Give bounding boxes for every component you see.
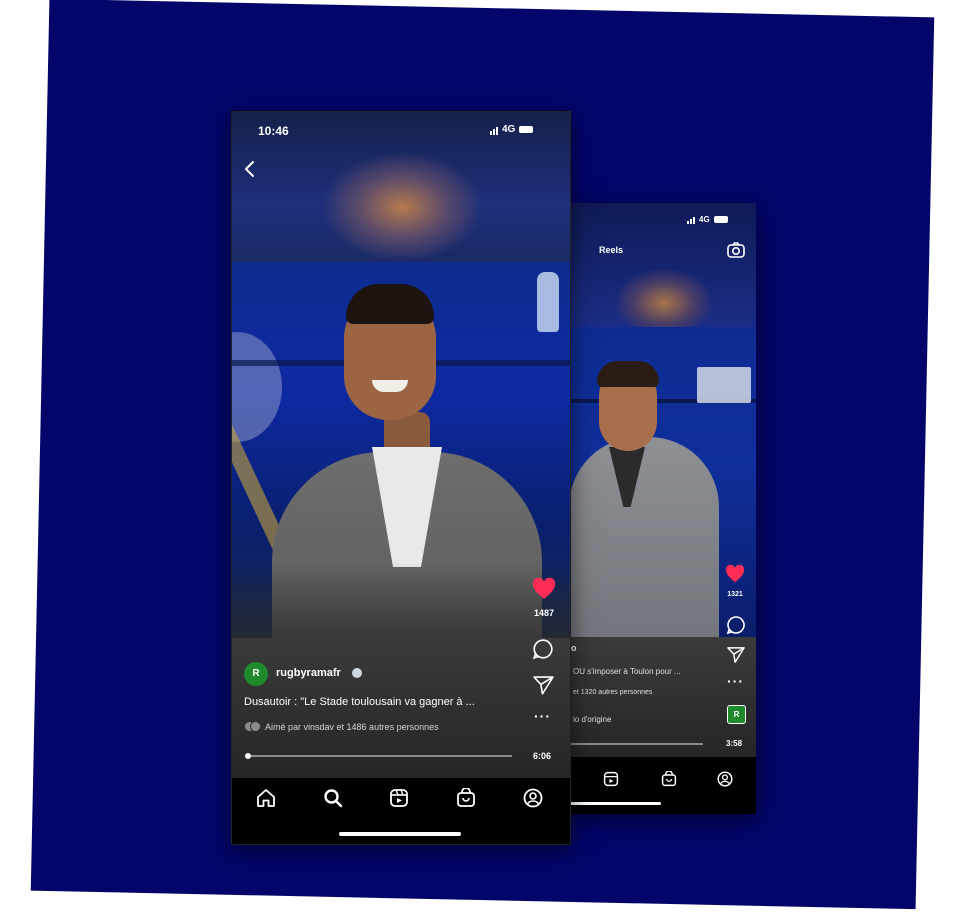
profile-nav-icon[interactable]	[523, 788, 543, 808]
status-bar: 4G	[490, 124, 534, 136]
video-time: 6:06	[533, 751, 552, 761]
previous-video-preview	[569, 203, 756, 327]
reel-progress-bar[interactable]	[569, 743, 703, 745]
reels-header-title: Reels	[599, 245, 624, 255]
reel-video-time: 3:58	[726, 739, 743, 748]
reel-caption[interactable]: OU s'imposer à Toulon pour ...	[573, 667, 681, 676]
share-icon[interactable]	[533, 676, 554, 696]
video-person-hair	[346, 284, 434, 324]
home-indicator	[339, 832, 461, 836]
post-video[interactable]	[232, 262, 570, 638]
bottom-nav	[232, 778, 570, 844]
progress-track	[246, 755, 512, 757]
reel-liked-by[interactable]: et 1320 autres personnes	[573, 689, 652, 696]
video-progress-bar[interactable]	[246, 755, 512, 757]
comment-icon[interactable]	[726, 615, 746, 635]
profile-nav-icon[interactable]	[717, 771, 733, 787]
liker-avatar-2	[250, 721, 261, 732]
video-background-figurine	[537, 272, 559, 332]
reels-nav-icon[interactable]	[603, 771, 619, 787]
network-label: 4G	[699, 215, 710, 224]
reel-audio[interactable]: io d'origine	[573, 715, 611, 724]
network-label: 4G	[502, 124, 516, 136]
video-person-hair	[597, 361, 659, 387]
likes-count: 1487	[533, 608, 555, 618]
video-person	[569, 437, 719, 637]
home-nav-icon[interactable]	[256, 788, 276, 808]
username[interactable]: rugbyramafr	[276, 667, 341, 679]
like-icon[interactable]	[725, 565, 745, 583]
video-background-object	[697, 367, 751, 403]
battery-icon	[519, 126, 534, 133]
progress-track	[569, 743, 703, 745]
reels-phone-mockup: 4G Reels 1321 o OU s'imposer à Toulon po…	[569, 203, 756, 814]
share-icon[interactable]	[727, 647, 745, 664]
post-info-panel: R rugbyramafr Dusautoir : "Le Stade toul…	[232, 638, 570, 778]
more-options-icon[interactable]: ···	[534, 708, 551, 724]
status-bar: 4G	[687, 215, 728, 225]
post-phone-mockup: 10:46 4G R rugbyramafr Dusautoir : "Le S…	[231, 111, 571, 845]
battery-icon	[713, 216, 728, 224]
liked-by-text[interactable]: Aimé par vinsdav et 1486 autres personne…	[265, 722, 439, 732]
verified-badge-icon	[352, 668, 362, 678]
shop-nav-icon[interactable]	[456, 788, 476, 808]
home-indicator	[569, 802, 661, 805]
comment-icon[interactable]	[532, 638, 554, 660]
signal-icon	[687, 215, 696, 225]
progress-knob[interactable]	[245, 753, 251, 759]
status-time: 10:46	[258, 124, 289, 138]
shop-nav-icon[interactable]	[661, 771, 677, 787]
reels-nav-icon[interactable]	[389, 788, 409, 808]
reel-username-partial: o	[571, 643, 577, 653]
bottom-nav	[569, 757, 756, 814]
video-background-light	[232, 332, 282, 442]
more-options-icon[interactable]: ···	[727, 673, 744, 689]
like-icon[interactable]	[532, 578, 556, 600]
signal-icon	[490, 124, 499, 135]
search-nav-icon[interactable]	[323, 788, 343, 808]
likes-count: 1321	[727, 591, 743, 598]
video-shade	[232, 562, 570, 638]
camera-icon[interactable]	[727, 242, 745, 258]
audio-badge[interactable]: R	[727, 705, 746, 724]
back-arrow-icon[interactable]	[244, 160, 256, 178]
post-caption[interactable]: Dusautoir : "Le Stade toulousain va gagn…	[244, 696, 475, 708]
avatar[interactable]: R	[244, 662, 268, 686]
